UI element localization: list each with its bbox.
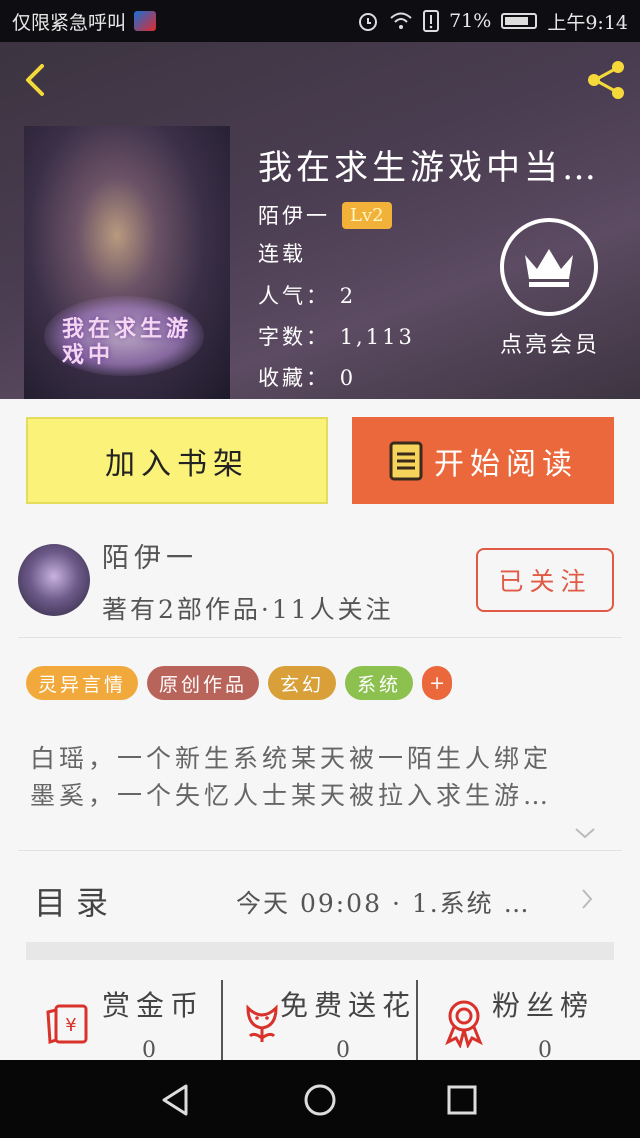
book-cover[interactable]: 我在求生游戏中 [24,126,230,399]
stat-label: 免费送花 [280,989,417,1022]
word-count-value: 1,113 [339,325,415,349]
tag-chip[interactable]: 原创作品 [147,666,260,700]
home-circle-icon[interactable] [298,1078,342,1122]
avatar[interactable] [18,544,90,616]
tag-chip[interactable]: 系统 [345,666,414,700]
divider [18,850,622,851]
clock: 上午9:14 [547,11,628,34]
author-stats: 著有2部作品·11人关注 [102,595,394,624]
word-count-row: 字数： 1,113 [258,321,415,351]
divider [18,637,622,638]
video-app-icon [134,11,157,31]
alarm-icon [359,13,378,31]
red-envelope-icon: ¥ [46,1004,88,1045]
chevron-right-icon[interactable] [580,888,594,910]
send-flower-button[interactable]: 免费送花 0 [224,978,420,1063]
synopsis-line: 墨奚，一个失忆人士某天被拉入求生游… [30,781,553,810]
book-header: 我在求生游戏中 我在求生游戏中当… 陌伊一 Lv2 连载 人气： 2 字数： 1… [0,42,640,399]
synopsis[interactable]: 白瑶，一个新生系统某天被一陌生人绑定 墨奚，一个失忆人士某天被拉入求生游… [30,740,615,814]
book-title: 我在求生游戏中当… [258,148,600,188]
word-count-label: 字数： [258,325,330,349]
favorites-row: 收藏： 0 [258,362,356,392]
wifi-icon [390,12,412,29]
battery-icon [501,13,538,29]
svg-text:¥: ¥ [65,1015,76,1036]
share-icon[interactable] [582,56,630,104]
status-bar: 仅限紧急呼叫 71% 上午9:14 [0,0,640,42]
reward-coins-button[interactable]: ¥ 赏金币 0 [30,978,226,1063]
vip-button[interactable] [500,218,598,316]
divider [416,980,418,1060]
level-badge: Lv2 [342,201,392,229]
serial-status: 连载 [258,242,306,266]
back-icon[interactable] [20,60,50,100]
latest-chapter[interactable]: 今天 09:08 · 1.系统 … [236,884,531,920]
book-icon [389,441,423,480]
divider [221,980,223,1060]
vip-label[interactable]: 点亮会员 [494,327,606,359]
flower-icon [246,1004,278,1042]
favorites-label: 收藏： [258,366,330,390]
tag-chip[interactable]: 灵异言情 [26,666,139,700]
more-tags-button[interactable]: + [422,666,453,700]
back-triangle-icon[interactable] [154,1078,198,1122]
follow-button[interactable]: 已关注 [476,548,614,612]
crown-icon [525,249,573,287]
tag-chip[interactable]: 玄幻 [268,666,337,700]
recents-square-icon[interactable] [440,1078,484,1122]
section-separator [26,942,614,960]
add-to-shelf-button[interactable]: 加入书架 [26,417,328,504]
cover-title: 我在求生游戏中 [62,316,193,368]
sim-alert-icon [423,10,440,32]
popularity-value: 2 [339,284,357,308]
catalog-label[interactable]: 目录 [34,878,118,924]
stat-label: 粉丝榜 [492,989,595,1022]
author-name[interactable]: 陌伊一 [102,536,198,575]
book-author[interactable]: 陌伊一 [258,200,330,230]
stat-label: 赏金币 [102,989,205,1022]
battery-percent: 71% [449,10,492,32]
start-reading-button[interactable]: 开始阅读 [352,417,614,504]
tag-list: 灵异言情 原创作品 玄幻 系统 + [26,666,453,700]
carrier-text: 仅限紧急呼叫 [12,11,127,34]
favorites-value: 0 [339,366,357,390]
popularity-label: 人气： [258,284,330,308]
chevron-down-icon[interactable] [574,826,596,840]
system-nav-bar [0,1060,640,1138]
fan-ranking-button[interactable]: 粉丝榜 0 [426,978,622,1063]
book-author-row: 陌伊一 Lv2 [258,200,392,230]
start-reading-label: 开始阅读 [434,446,578,482]
medal-icon [445,1000,483,1048]
synopsis-line: 白瑶，一个新生系统某天被一陌生人绑定 [30,744,553,773]
popularity-row: 人气： 2 [258,280,356,310]
